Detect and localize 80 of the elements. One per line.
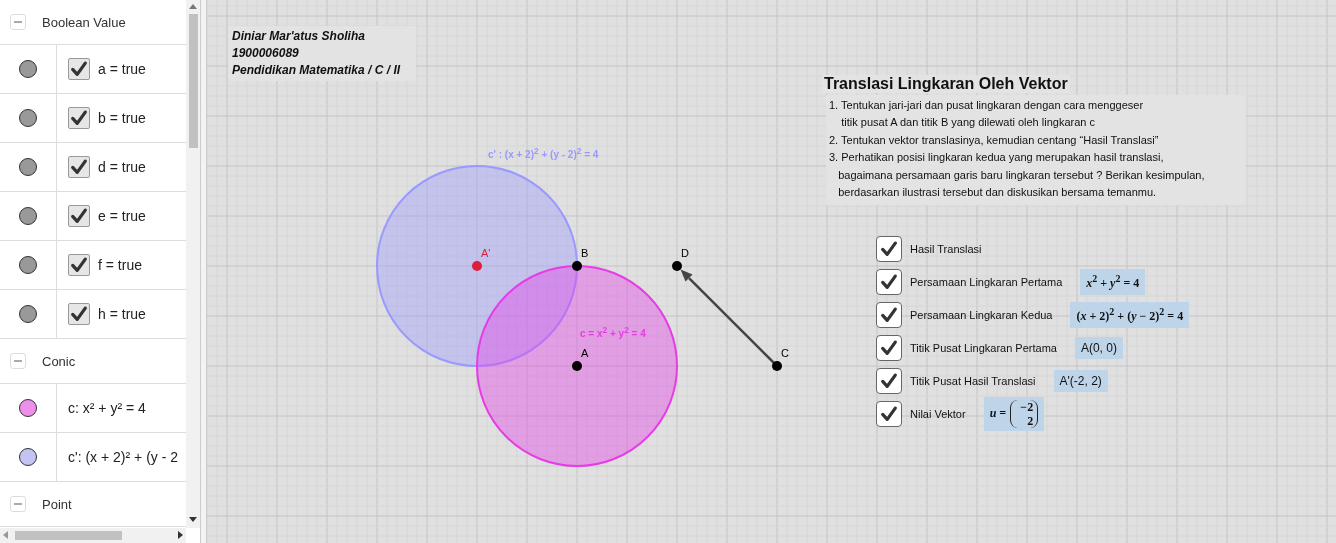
formula-value: x$^{2}$ + y$^{2}$ = 4 — [1080, 268, 1146, 295]
vector-component: 2 — [1027, 413, 1034, 428]
point-label: A' — [481, 247, 491, 259]
point-marker[interactable] — [472, 261, 482, 271]
scrollbar-thumb[interactable] — [15, 531, 122, 540]
check-icon — [880, 305, 898, 324]
checkbox[interactable] — [876, 235, 902, 262]
checkbox-label: Titik Pusat Hasil Translasi — [910, 374, 1036, 387]
vertical-scrollbar[interactable] — [186, 0, 200, 528]
visibility-dot[interactable] — [19, 305, 37, 323]
algebra-entry: h = true — [98, 306, 146, 322]
checkbox-label: Nilai Vektor — [910, 407, 966, 420]
scroll-right-arrow-icon[interactable] — [178, 531, 183, 539]
checkbox[interactable] — [68, 107, 90, 129]
point-marker[interactable] — [672, 261, 682, 271]
algebra-entry: d = true — [98, 159, 146, 175]
circle-equation-label: c' : (x + 2)$^{2}$ + (y - 2)$^{2}$ = 4 — [488, 146, 600, 161]
checkbox[interactable] — [68, 303, 90, 325]
instruction-text: 2. Tentukan vektor translasinya, kemudian centang “Hasil Translasi” — [828, 132, 1160, 148]
check-icon — [880, 338, 898, 357]
algebra-entry: c: x² + y² = 4 — [68, 400, 146, 416]
check-icon — [880, 371, 898, 390]
visibility-dot[interactable] — [19, 109, 37, 127]
algebra-entry: c': (x + 2)² + (y - 2 — [68, 449, 179, 465]
visibility-dot[interactable] — [19, 399, 37, 417]
instruction-text: 3. Perhatikan posisi lingkaran kedua yang merupakan hasil translasi, bagaimana persamaan garis baru lingkaran tersebut ? Berikan kesimpulan, berdasarkan ilustrasi tersebut dan diskusikan bersama temanmu. — [828, 150, 1206, 201]
check-icon — [70, 158, 88, 176]
point-label: C — [781, 347, 789, 359]
checkbox[interactable] — [68, 156, 90, 178]
checkbox[interactable] — [876, 301, 902, 328]
check-icon — [70, 305, 88, 323]
check-icon — [880, 239, 898, 258]
point-marker[interactable] — [772, 361, 782, 371]
point-label: B — [581, 247, 589, 259]
visibility-dot[interactable] — [19, 207, 37, 225]
algebra-entry: f = true — [98, 257, 142, 273]
vector-name: u = — [989, 406, 1007, 421]
group-title: Point — [42, 496, 72, 512]
point-label: A — [581, 347, 589, 359]
coordinate-value: A'(-2, 2) — [1053, 369, 1108, 392]
checkbox[interactable] — [68, 205, 90, 227]
check-icon — [880, 404, 898, 423]
checkbox-label: Persamaan Lingkaran Kedua — [910, 308, 1053, 321]
check-icon — [70, 109, 88, 127]
title-text: Translasi Lingkaran Oleh Vektor — [822, 75, 1070, 93]
visibility-dot[interactable] — [19, 158, 37, 176]
check-icon — [70, 60, 88, 78]
scroll-up-arrow-icon[interactable] — [189, 4, 197, 9]
circle-equation-label: c = x$^{2}$ + y$^{2}$ = 4 — [580, 325, 647, 340]
point-label: D — [681, 247, 689, 259]
scroll-down-arrow-icon[interactable] — [189, 517, 197, 522]
horizontal-scrollbar[interactable] — [0, 528, 186, 543]
point-marker[interactable] — [572, 261, 582, 271]
checkbox[interactable] — [876, 268, 902, 295]
algebra-entry: b = true — [98, 110, 146, 126]
checkbox[interactable] — [876, 334, 902, 361]
checkbox[interactable] — [68, 58, 90, 80]
check-icon — [880, 272, 898, 291]
check-icon — [70, 256, 88, 274]
checkbox[interactable] — [68, 254, 90, 276]
coordinate-value: A(0, 0) — [1074, 336, 1123, 359]
point-marker[interactable] — [572, 361, 582, 371]
visibility-dot[interactable] — [19, 448, 37, 466]
group-title: Conic — [42, 353, 76, 369]
scrollbar-thumb[interactable] — [189, 14, 198, 148]
checkbox-label: Hasil Translasi — [910, 242, 982, 255]
author-info-text: Diniar Mar'atus Sholiha 1900006089 Pendidikan Matematika / C / II — [228, 26, 416, 81]
check-icon — [70, 207, 88, 225]
checkbox[interactable] — [876, 400, 902, 427]
checkbox-label: Persamaan Lingkaran Pertama — [910, 275, 1063, 288]
checkbox-label: Titik Pusat Lingkaran Pertama — [910, 341, 1057, 354]
visibility-dot[interactable] — [19, 60, 37, 78]
formula-value: (x + 2)$^{2}$ + (y − 2)$^{2}$ = 4 — [1070, 301, 1190, 328]
group-title: Boolean Value — [42, 14, 126, 30]
instruction-text: 1. Tentukan jari-jari dan pusat lingkaran dengan cara menggeser titik pusat A dan titik B yang dilewati oleh lingkaran c — [828, 98, 1145, 131]
algebra-entry: a = true — [98, 61, 146, 77]
checkbox[interactable] — [876, 367, 902, 394]
algebra-entry: e = true — [98, 208, 146, 224]
vector-component: −2 — [1020, 399, 1034, 414]
visibility-dot[interactable] — [19, 256, 37, 274]
